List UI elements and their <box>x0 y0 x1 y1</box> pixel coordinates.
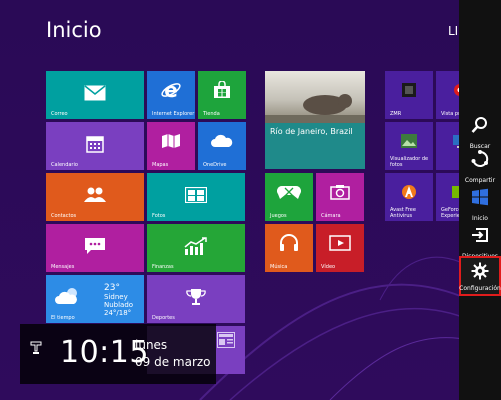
tile-visualizador-fotos[interactable]: Visualizador de fotos <box>385 122 433 170</box>
tile-zmr[interactable]: ZMR <box>385 71 433 119</box>
tile-label: OneDrive <box>203 162 227 168</box>
photo-viewer-icon <box>385 126 433 156</box>
tile-label: Juegos <box>270 213 287 219</box>
tile-label: Vídeo <box>321 264 336 270</box>
cloud-sun-icon <box>54 287 82 309</box>
tile-label: Tienda <box>203 111 220 117</box>
svg-text:e: e <box>164 80 178 100</box>
network-icon <box>30 340 42 359</box>
wombat-photo <box>265 71 365 123</box>
weather-range: 24°/18° <box>104 309 132 317</box>
user-name[interactable]: LIN <box>448 24 459 38</box>
tile-finanzas[interactable]: Finanzas <box>147 224 245 272</box>
store-bag-icon <box>198 75 246 105</box>
map-icon <box>147 126 195 156</box>
photo-icon <box>147 179 245 211</box>
tile-calendario[interactable]: Calendario <box>46 122 144 170</box>
newspaper-icon <box>217 332 235 352</box>
weather-condition: Nublado <box>104 301 134 309</box>
tile-title: Río de Janeiro, Brazil <box>270 127 353 136</box>
zmr-app-icon <box>385 75 433 105</box>
tile-correo[interactable]: Correo <box>46 71 144 119</box>
tile-label: Avast Free Antivirus <box>390 207 416 219</box>
clock-day: lunes <box>135 338 168 352</box>
tile-label: Deportes <box>152 315 175 321</box>
tile-label: Mensajes <box>51 264 75 270</box>
tile-musica[interactable]: Música <box>265 224 313 272</box>
tile-video[interactable]: Vídeo <box>316 224 364 272</box>
tile-internet-explorer[interactable]: e Internet Explorer <box>147 71 195 119</box>
tile-onedrive[interactable]: OneDrive <box>198 122 246 170</box>
tile-fotos[interactable]: Fotos <box>147 173 245 221</box>
windows-logo-icon <box>459 186 501 208</box>
tile-label: Correo <box>51 111 68 117</box>
tile-label: El tiempo <box>51 315 75 321</box>
tile-juegos[interactable]: Juegos <box>265 173 313 221</box>
tile-camara[interactable]: Cámara <box>316 173 364 221</box>
gear-icon <box>459 260 501 282</box>
tile-tienda[interactable]: Tienda <box>198 71 246 119</box>
charm-configuracion[interactable]: Configuración <box>459 256 501 296</box>
charms-bar: Buscar Compartir Inicio Dispositivos Con… <box>459 0 501 400</box>
tile-el-tiempo[interactable]: 23° Sidney Nublado 24°/18° El tiempo <box>46 275 144 323</box>
devices-icon <box>459 224 501 246</box>
search-icon <box>459 114 501 136</box>
tile-label: Contactos <box>51 213 77 219</box>
internet-explorer-icon: e <box>147 75 195 105</box>
tile-avast[interactable]: Avast Free Antivirus <box>385 173 433 221</box>
tile-rio-de-janeiro[interactable]: Río de Janeiro, Brazil <box>265 71 365 169</box>
gamepad-icon <box>265 177 313 207</box>
cloud-icon <box>198 126 246 156</box>
tile-label: Internet Explorer <box>152 111 195 117</box>
clock-date: 09 de marzo <box>135 355 211 369</box>
charm-label: Configuración <box>459 285 501 292</box>
camera-icon <box>316 177 364 207</box>
tile-label: Fotos <box>152 213 166 219</box>
weather-temp: 23° <box>104 283 120 293</box>
calendar-icon <box>46 128 144 160</box>
share-icon <box>459 148 501 170</box>
tile-label: ZMR <box>390 111 402 117</box>
trophy-icon <box>147 281 245 313</box>
tile-label: Finanzas <box>152 264 174 270</box>
tile-label: Cámara <box>321 213 341 219</box>
tile-deportes[interactable]: Deportes <box>147 275 245 323</box>
tile-label: Música <box>270 264 288 270</box>
tile-label: Mapas <box>152 162 169 168</box>
people-icon <box>46 179 144 211</box>
chat-bubble-icon <box>46 230 144 262</box>
headphones-icon <box>265 228 313 258</box>
mail-icon <box>46 77 144 109</box>
avast-icon <box>385 177 433 207</box>
tile-label: Calendario <box>51 162 78 168</box>
tile-mensajes[interactable]: Mensajes <box>46 224 144 272</box>
clock-overlay: 10:15 lunes 09 de marzo <box>20 324 216 384</box>
play-icon <box>316 228 364 258</box>
tile-label: Visualizador de fotos <box>390 156 429 168</box>
tile-mapas[interactable]: Mapas <box>147 122 195 170</box>
weather-city: Sidney <box>104 293 128 301</box>
page-title: Inicio <box>46 18 102 42</box>
tile-contactos[interactable]: Contactos <box>46 173 144 221</box>
finance-chart-icon <box>147 230 245 262</box>
